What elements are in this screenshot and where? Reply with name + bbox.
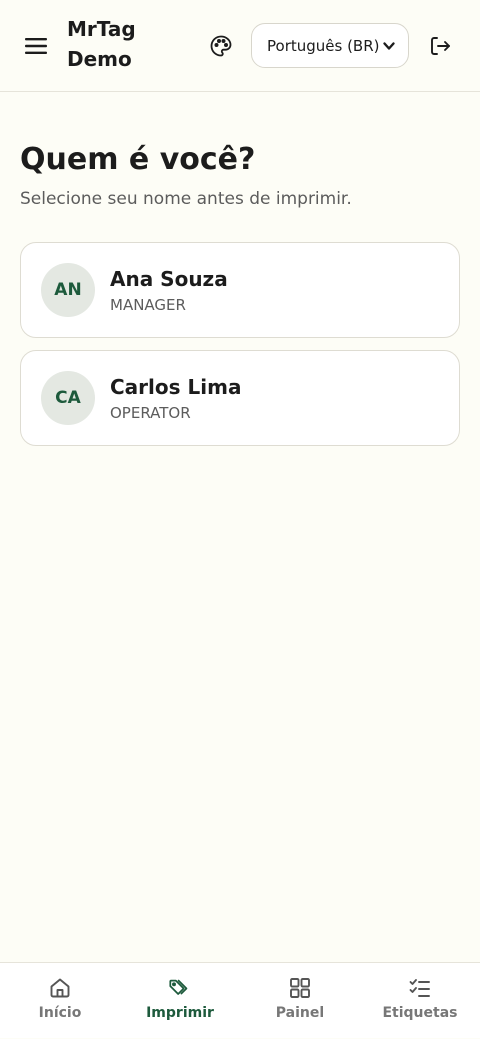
page-subtitle: Selecione seu nome antes de imprimir. — [20, 189, 352, 209]
checklist-icon — [408, 976, 432, 1000]
menu-button[interactable] — [18, 28, 54, 64]
nav-label: Imprimir — [146, 1005, 214, 1021]
user-card-ana-souza[interactable]: AN Ana Souza MANAGER — [20, 242, 460, 338]
palette-icon — [210, 35, 232, 57]
tag-icon — [168, 976, 192, 1000]
logout-icon — [431, 37, 450, 55]
theme-button[interactable] — [202, 27, 240, 65]
bottom-nav: Início Imprimir Painel Etiquetas — [0, 962, 480, 1038]
user-card-carlos-lima[interactable]: CA Carlos Lima OPERATOR — [20, 350, 460, 446]
logout-button[interactable] — [421, 27, 459, 65]
avatar: AN — [41, 263, 95, 317]
user-role: OPERATOR — [110, 404, 191, 422]
user-name: Carlos Lima — [110, 375, 242, 399]
avatar: CA — [41, 371, 95, 425]
nav-item-inicio[interactable]: Início — [0, 963, 120, 1039]
nav-item-painel[interactable]: Painel — [240, 963, 360, 1039]
page-title: Quem é você? — [20, 142, 256, 177]
user-name: Ana Souza — [110, 267, 228, 291]
hamburger-icon — [25, 38, 47, 54]
nav-label: Etiquetas — [382, 1005, 458, 1021]
language-select-value: Português (BR) — [267, 36, 380, 55]
nav-item-etiquetas[interactable]: Etiquetas — [360, 963, 480, 1039]
app-header: MrTag Demo Português (BR) — [0, 0, 480, 92]
language-select[interactable]: Português (BR) — [251, 23, 409, 68]
grid-icon — [288, 976, 312, 1000]
nav-label: Painel — [275, 1005, 325, 1021]
brand-title: MrTag Demo — [67, 17, 136, 71]
user-role: MANAGER — [110, 296, 186, 314]
chevron-down-icon — [383, 42, 395, 50]
home-icon — [48, 976, 72, 1000]
nav-item-imprimir[interactable]: Imprimir — [120, 963, 240, 1039]
nav-label: Início — [38, 1005, 82, 1021]
